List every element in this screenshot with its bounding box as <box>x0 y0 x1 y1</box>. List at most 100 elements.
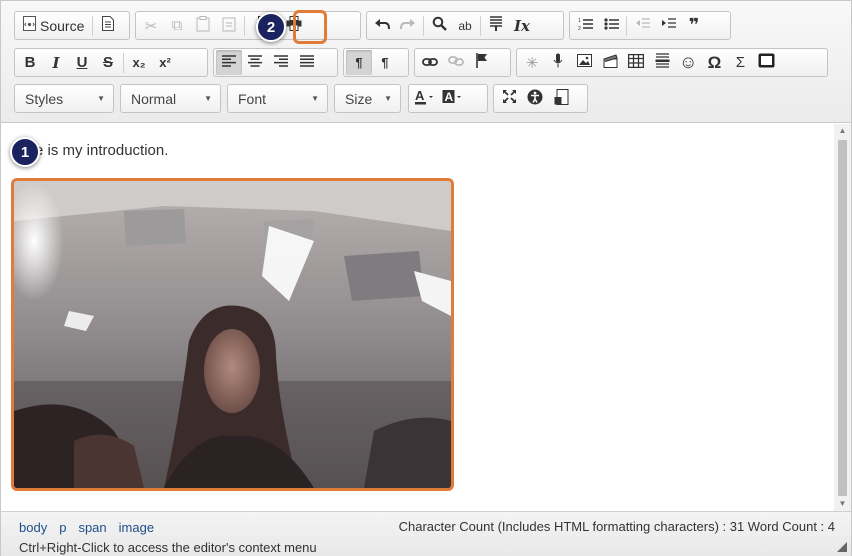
undo-button[interactable] <box>369 13 395 38</box>
redo-button[interactable] <box>395 13 421 38</box>
math-button[interactable]: Σ <box>727 50 753 75</box>
embedded-video-thumbnail[interactable] <box>11 178 454 491</box>
align-center-button[interactable] <box>242 50 268 75</box>
maximize-icon <box>502 89 517 108</box>
find-button[interactable] <box>426 13 452 38</box>
smiley-button[interactable]: ☺ <box>675 50 701 75</box>
underline-button[interactable]: U <box>69 50 95 75</box>
format-dropdown[interactable]: Normal ▼ <box>120 84 221 113</box>
anchor-button[interactable] <box>469 50 495 75</box>
superscript-button[interactable]: x² <box>152 50 178 75</box>
text-color-button[interactable]: A <box>411 86 439 111</box>
subscript-button[interactable]: x₂ <box>126 50 152 75</box>
source-button[interactable]: Source <box>17 13 90 38</box>
editing-group: ab Ix <box>366 11 564 40</box>
font-dropdown[interactable]: Font ▼ <box>227 84 328 113</box>
align-justify-icon <box>300 54 314 71</box>
editor-status-bar: body p span image Character Count (Inclu… <box>1 511 851 556</box>
paste-text-button[interactable] <box>216 13 242 38</box>
ltr-button[interactable]: ¶ <box>346 50 372 75</box>
scroll-down-arrow-icon[interactable]: ▼ <box>834 497 851 511</box>
accessibility-button[interactable] <box>522 86 548 111</box>
align-right-icon <box>274 54 288 71</box>
cut-icon: ✂ <box>144 17 158 35</box>
italic-button[interactable]: I <box>43 50 69 75</box>
align-right-button[interactable] <box>268 50 294 75</box>
maximize-button[interactable] <box>496 86 522 111</box>
paste-icon <box>196 15 210 36</box>
microphone-icon <box>553 53 563 72</box>
scrollbar-thumb[interactable] <box>838 140 847 496</box>
italic-icon: I <box>52 53 60 72</box>
direction-group: ¶ ¶ <box>343 48 409 77</box>
flag-icon <box>476 53 488 72</box>
paste-text-icon <box>222 16 236 36</box>
bold-icon: B <box>24 54 36 71</box>
bulleted-list-button[interactable] <box>598 13 624 38</box>
horizontal-rule-button[interactable] <box>649 50 675 75</box>
align-left-icon <box>222 54 236 71</box>
align-justify-button[interactable] <box>294 50 320 75</box>
underline-icon: U <box>76 54 88 71</box>
iframe-button[interactable] <box>753 50 779 75</box>
size-dropdown[interactable]: Size ▼ <box>334 84 401 113</box>
background-color-button[interactable]: A <box>439 86 467 111</box>
spinner-button[interactable]: ✳ <box>519 50 545 75</box>
replace-icon: ab <box>458 18 472 33</box>
scroll-up-arrow-icon[interactable]: ▲ <box>834 124 851 138</box>
outdent-icon <box>635 17 650 35</box>
intro-paragraph[interactable]: e is my introduction. <box>35 142 168 159</box>
strikethrough-button[interactable]: S <box>95 50 121 75</box>
editor-toolbar: Source ✂ ⧉ ab Ix 1 2 ❞ B I U S x₂ x² ¶ ¶… <box>1 1 851 123</box>
source-icon <box>23 16 36 35</box>
link-button[interactable] <box>417 50 443 75</box>
audio-button[interactable] <box>545 50 571 75</box>
document-group: Source <box>14 11 130 40</box>
align-left-button[interactable] <box>216 50 242 75</box>
templates-button[interactable] <box>95 13 121 38</box>
show-blocks-icon <box>554 88 569 109</box>
alignment-group <box>213 48 338 77</box>
video-button[interactable] <box>597 50 623 75</box>
chevron-down-icon: ▼ <box>97 94 105 103</box>
select-all-button[interactable] <box>483 13 509 38</box>
video-frame-image <box>14 181 451 488</box>
paste-button[interactable] <box>190 13 216 38</box>
outdent-button[interactable] <box>629 13 655 38</box>
select-all-icon <box>489 16 503 35</box>
copy-button[interactable]: ⧉ <box>164 13 190 38</box>
remove-format-button[interactable]: Ix <box>509 13 535 38</box>
path-item-body[interactable]: body <box>19 520 47 535</box>
undo-icon <box>374 17 390 34</box>
indent-button[interactable] <box>655 13 681 38</box>
unlink-icon <box>448 54 464 71</box>
rtl-button[interactable]: ¶ <box>372 50 398 75</box>
special-char-button[interactable]: Ω <box>701 50 727 75</box>
subscript-icon: x₂ <box>132 55 146 70</box>
separator <box>123 52 124 73</box>
chevron-down-icon: ▼ <box>311 94 319 103</box>
path-item-image[interactable]: image <box>119 520 154 535</box>
show-blocks-button[interactable] <box>548 86 574 111</box>
replace-button[interactable]: ab <box>452 13 478 38</box>
cut-button[interactable]: ✂ <box>138 13 164 38</box>
numbered-list-button[interactable]: 12 <box>572 13 598 38</box>
clipboard-group: ✂ ⧉ <box>135 11 361 40</box>
content-scrollbar[interactable]: ▲ ▼ <box>834 124 851 511</box>
unlink-button[interactable] <box>443 50 469 75</box>
image-button[interactable] <box>571 50 597 75</box>
ltr-icon: ¶ <box>355 55 363 70</box>
resize-handle-icon[interactable] <box>837 542 847 552</box>
path-item-p[interactable]: p <box>59 520 66 535</box>
table-button[interactable] <box>623 50 649 75</box>
table-icon <box>627 53 645 72</box>
smiley-icon: ☺ <box>679 52 698 72</box>
path-item-span[interactable]: span <box>78 520 106 535</box>
styles-dropdown[interactable]: Styles ▼ <box>14 84 114 113</box>
callout-step-2: 2 <box>256 12 286 42</box>
blockquote-button[interactable]: ❞ <box>681 13 707 38</box>
horizontal-rule-icon <box>655 53 670 72</box>
context-menu-hint: Ctrl+Right-Click to access the editor's … <box>19 540 317 555</box>
frame-icon <box>758 53 775 72</box>
bold-button[interactable]: B <box>17 50 43 75</box>
